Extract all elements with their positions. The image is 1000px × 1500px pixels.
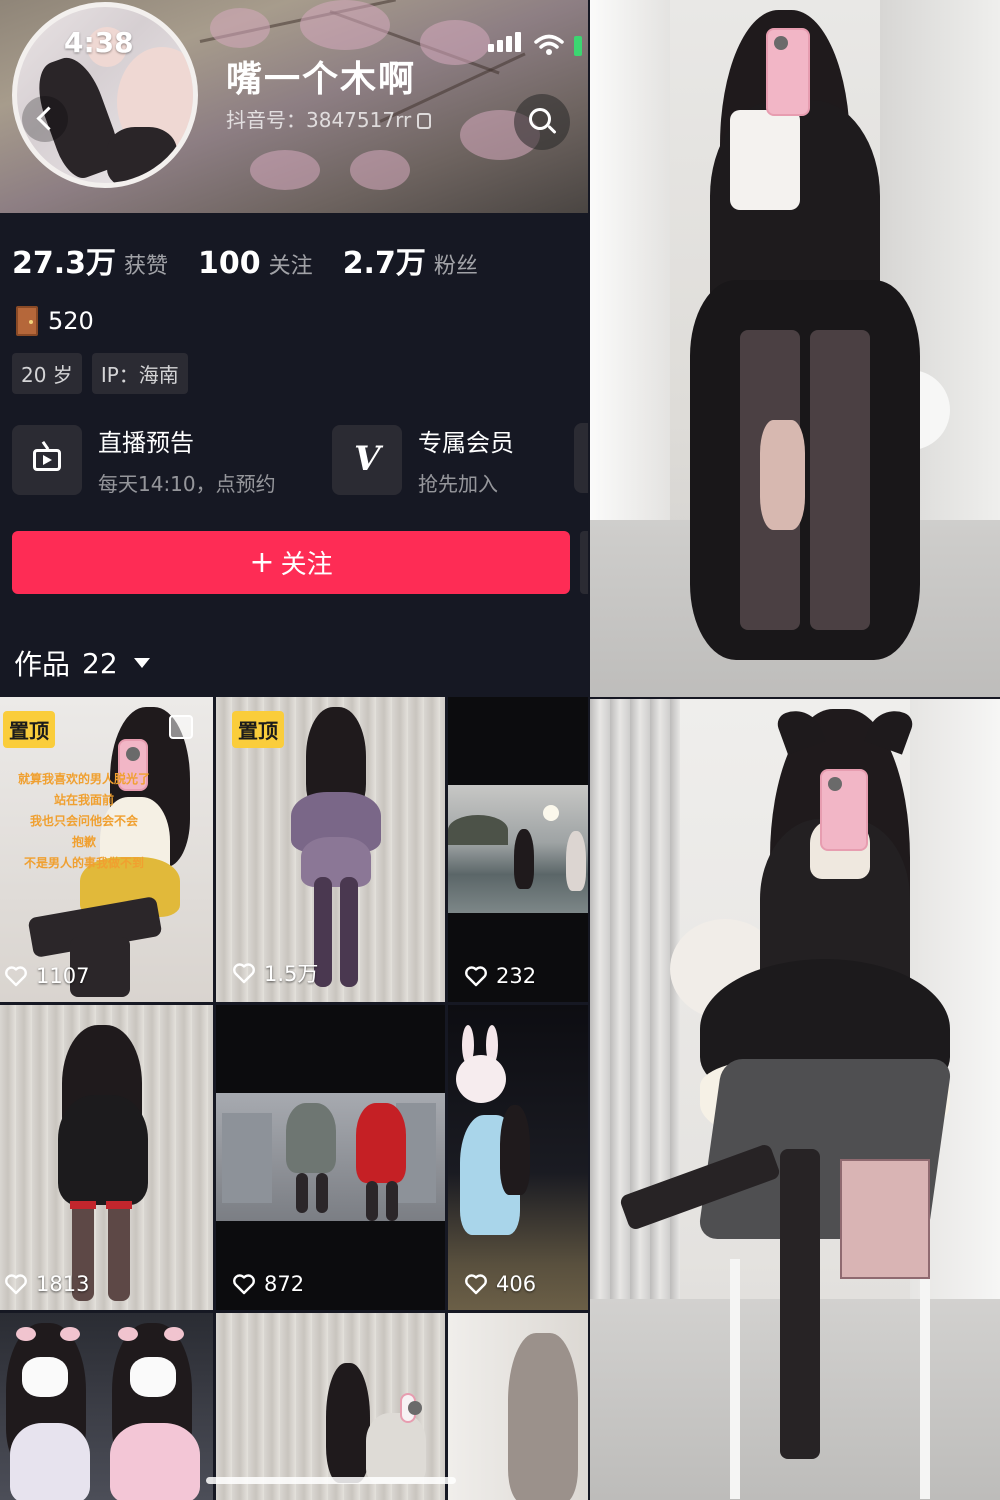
stat-following[interactable]: 100 关注 (198, 246, 313, 281)
status-time: 4:38 (64, 26, 134, 59)
wifi-icon (534, 34, 564, 55)
like-count-text: 1107 (36, 964, 90, 988)
heart-icon (233, 1274, 255, 1295)
like-count-text: 1.5万 (264, 962, 319, 986)
pinned-badge: 置顶 (232, 711, 284, 748)
follow-button[interactable]: + 关注 (12, 531, 570, 594)
profile-name: 嘴一个木啊 (226, 59, 417, 100)
video-thumbnail[interactable]: 置顶 1.5万 (216, 697, 445, 1002)
live-preview-title: 直播预告 (98, 429, 194, 457)
door-icon (16, 306, 38, 336)
like-count: 1.5万 (232, 958, 318, 988)
stat-label: 粉丝 (433, 254, 478, 279)
overlay-line: 我也只会问他会不会 (29, 814, 138, 828)
stat-value: 100 (198, 246, 261, 281)
feature-card-overflow[interactable] (574, 423, 588, 493)
stat-likes[interactable]: 27.3万 获赞 (12, 238, 168, 282)
works-tab[interactable]: 作品 22 (14, 643, 150, 683)
membership-subtitle: 抢先加入 (418, 472, 498, 496)
stat-value: 27.3万 (12, 246, 117, 281)
works-label: 作品 (14, 648, 71, 681)
follow-label: 关注 (280, 550, 333, 580)
bio-text: 520 (48, 307, 94, 335)
cosplay-photo-top (590, 0, 1000, 697)
like-count: 406 (464, 1272, 536, 1296)
copy-icon[interactable] (417, 113, 432, 129)
v-icon: V (354, 439, 381, 479)
like-count-text: 1813 (36, 1272, 90, 1296)
video-thumbnail[interactable]: 1813 (0, 1005, 213, 1310)
works-grid: 就算我喜欢的男人脱光了 站在我面前 我也只会问他会不会 抱歉 不是男人的事我做不… (0, 697, 588, 1500)
works-count: 22 (82, 646, 118, 680)
heart-icon (465, 966, 487, 987)
profile-stats: 27.3万 获赞 100 关注 2.7万 粉丝 (12, 238, 478, 282)
stat-label: 关注 (268, 254, 313, 279)
video-thumbnail[interactable] (448, 1313, 588, 1500)
status-icons (488, 32, 582, 56)
plus-icon: + (249, 545, 275, 580)
membership-title: 专属会员 (418, 429, 514, 457)
stat-label: 获赞 (124, 254, 169, 279)
bio-line: 520 (16, 306, 94, 336)
checkbox-icon (169, 715, 193, 739)
like-count: 1107 (4, 964, 89, 988)
stat-followers[interactable]: 2.7万 粉丝 (343, 238, 478, 282)
heart-icon (5, 966, 27, 987)
overlay-line: 不是男人的事我做不到 (23, 856, 144, 870)
douyin-id-text: 抖音号：3847517rr (226, 108, 412, 132)
heart-icon (233, 963, 255, 984)
like-count-text: 872 (264, 1272, 305, 1296)
cosplay-photo-bottom (590, 699, 1000, 1500)
overlay-line: 站在我面前 (53, 793, 114, 807)
chevron-down-icon (133, 658, 150, 668)
membership-card[interactable]: V 专属会员 抢先加入 (332, 423, 514, 497)
age-tag: 20 岁 (12, 353, 82, 394)
live-preview-subtitle: 每天14:10，点预约 (98, 472, 276, 496)
profile-screen: 4:38 嘴一个木啊 抖音号：3847517rr 27.3万 获赞 100 关注 2… (0, 0, 588, 1500)
battery-icon (574, 36, 582, 56)
overlay-line: 抱歉 (71, 835, 96, 849)
signal-icon (488, 32, 524, 56)
like-count: 1813 (4, 1272, 89, 1296)
message-button-edge[interactable] (580, 531, 588, 594)
video-thumbnail[interactable]: 872 (216, 1005, 445, 1310)
back-icon[interactable] (22, 96, 68, 142)
ip-location-tag: IP：海南 (91, 353, 188, 394)
video-thumbnail[interactable]: 406 (448, 1005, 588, 1310)
like-count: 232 (464, 964, 536, 988)
overlay-line: 就算我喜欢的男人脱光了 (17, 772, 150, 786)
video-thumbnail[interactable] (216, 1313, 445, 1500)
profile-tags: 20 岁 IP：海南 (12, 353, 188, 394)
video-thumbnail[interactable] (0, 1313, 213, 1500)
search-button[interactable] (514, 94, 570, 150)
heart-icon (5, 1274, 27, 1295)
live-preview-card[interactable]: 直播预告 每天14:10，点预约 (12, 423, 276, 497)
pinned-badge: 置顶 (3, 711, 55, 748)
video-thumbnail[interactable]: 232 (448, 697, 588, 1002)
home-indicator (206, 1477, 456, 1484)
heart-icon (465, 1274, 487, 1295)
video-thumbnail[interactable]: 就算我喜欢的男人脱光了 站在我面前 我也只会问他会不会 抱歉 不是男人的事我做不… (0, 697, 213, 1002)
like-count: 872 (232, 1272, 304, 1296)
like-count-text: 406 (496, 1272, 537, 1296)
douyin-id[interactable]: 抖音号：3847517rr (226, 104, 432, 133)
video-overlay-text: 就算我喜欢的男人脱光了 站在我面前 我也只会问他会不会 抱歉 不是男人的事我做不… (4, 769, 164, 874)
stat-value: 2.7万 (342, 246, 426, 281)
tv-icon (33, 449, 61, 471)
like-count-text: 232 (496, 964, 537, 988)
